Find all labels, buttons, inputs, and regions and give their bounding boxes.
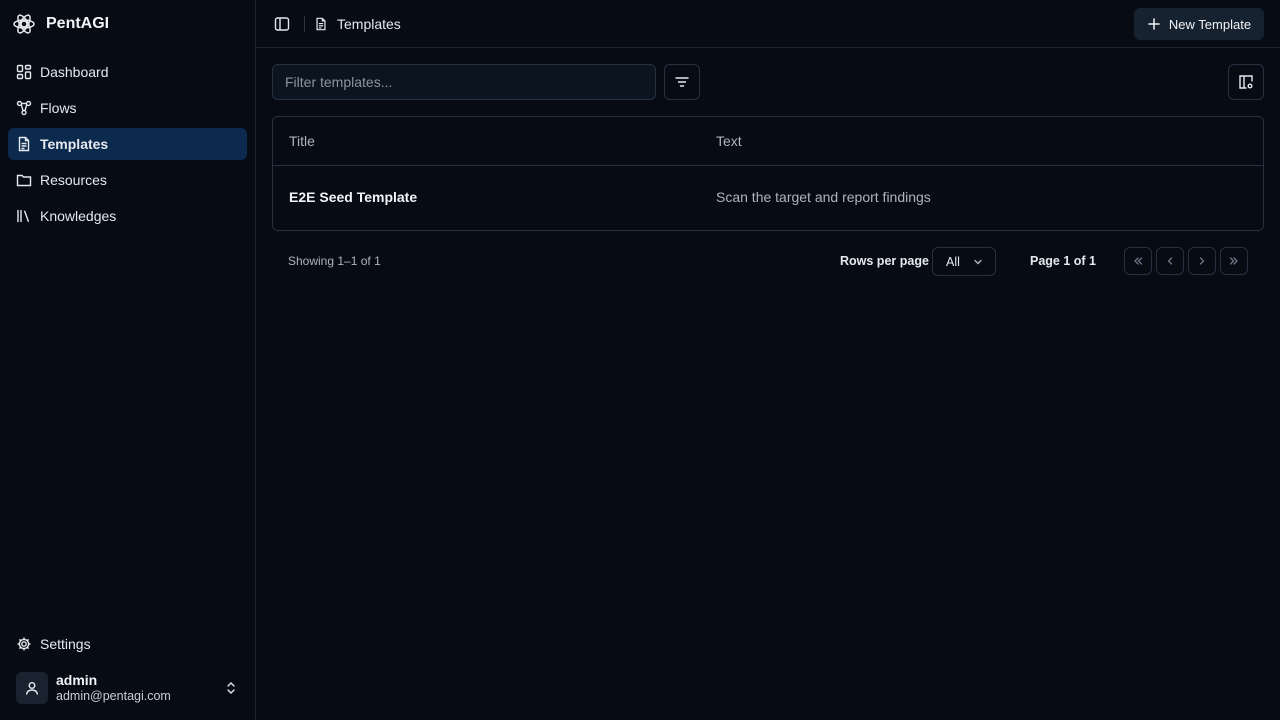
new-template-button[interactable]: New Template: [1134, 8, 1264, 40]
folder-icon: [16, 172, 32, 188]
sidebar-item-label: Knowledges: [40, 208, 117, 224]
chevrons-right-icon: [1228, 255, 1240, 267]
avatar: [16, 672, 48, 704]
brand[interactable]: PentAGI: [12, 12, 109, 36]
filter-lines-icon: [674, 74, 690, 90]
previous-page-button[interactable]: [1156, 247, 1184, 275]
filter-button[interactable]: [664, 64, 700, 100]
last-page-button[interactable]: [1220, 247, 1248, 275]
header-divider: [304, 16, 305, 32]
templates-table: Title Text E2E Seed Template Scan the ta…: [272, 116, 1264, 231]
chevrons-left-icon: [1132, 255, 1144, 267]
sidebar-nav: Dashboard Flows Templates Resources Know…: [8, 56, 247, 236]
sidebar-item-templates[interactable]: Templates: [8, 128, 247, 160]
sidebar-toggle-button[interactable]: [272, 14, 292, 34]
chevron-left-icon: [1164, 255, 1176, 267]
rows-per-page-label: Rows per page: [840, 254, 929, 268]
breadcrumb: Templates: [314, 14, 401, 34]
plus-icon: [1147, 17, 1161, 31]
sidebar-panel-icon: [274, 16, 290, 32]
gear-icon: [16, 636, 32, 652]
showing-count: Showing 1–1 of 1: [288, 254, 381, 268]
user-email: admin@pentagi.com: [56, 688, 171, 703]
rows-per-page-select[interactable]: All: [932, 247, 996, 276]
filter-input[interactable]: [272, 64, 656, 100]
page-title: Templates: [337, 16, 401, 32]
top-header: Templates New Template: [256, 0, 1280, 48]
user-info: admin admin@pentagi.com: [56, 672, 171, 704]
sidebar-item-label: Resources: [40, 172, 107, 188]
chevron-right-icon: [1196, 255, 1208, 267]
table-row[interactable]: E2E Seed Template Scan the target and re…: [273, 166, 1263, 230]
user-menu[interactable]: admin admin@pentagi.com: [8, 664, 247, 712]
sidebar-item-label: Templates: [40, 136, 109, 152]
new-template-label: New Template: [1168, 16, 1252, 32]
first-page-button[interactable]: [1124, 247, 1152, 275]
columns-settings-icon: [1238, 74, 1254, 90]
table-header: Title Text: [273, 117, 1263, 166]
sidebar-item-settings[interactable]: Settings: [8, 628, 247, 660]
user-name: admin: [56, 672, 98, 689]
row-title: E2E Seed Template: [289, 189, 418, 205]
sidebar-item-resources[interactable]: Resources: [8, 164, 247, 196]
sidebar-item-knowledges[interactable]: Knowledges: [8, 200, 247, 232]
document-icon: [16, 136, 32, 152]
sidebar-settings: Settings: [8, 628, 247, 664]
sidebar-item-label: Settings: [40, 636, 91, 652]
row-text: Scan the target and report findings: [716, 189, 931, 205]
rows-per-page-value: All: [946, 254, 960, 269]
sidebar-item-dashboard[interactable]: Dashboard: [8, 56, 247, 88]
column-settings-button[interactable]: [1228, 64, 1264, 100]
dashboard-grid-icon: [16, 64, 32, 80]
column-header-text[interactable]: Text: [716, 133, 742, 149]
atom-network-icon: [12, 12, 36, 36]
sidebar-item-flows[interactable]: Flows: [8, 92, 247, 124]
sidebar-item-label: Dashboard: [40, 64, 109, 80]
column-header-title[interactable]: Title: [289, 133, 315, 149]
next-page-button[interactable]: [1188, 247, 1216, 275]
document-icon: [314, 17, 328, 31]
workflow-icon: [16, 100, 32, 116]
chevron-down-icon: [972, 256, 984, 268]
page-indicator: Page 1 of 1: [1030, 254, 1096, 268]
chevron-up-down-icon: [223, 680, 239, 696]
sidebar: PentAGI Dashboard Flows Templates Resour…: [0, 0, 256, 720]
user-icon: [24, 680, 40, 696]
sidebar-item-label: Flows: [40, 100, 77, 116]
library-icon: [16, 208, 32, 224]
app-name: PentAGI: [46, 15, 110, 32]
